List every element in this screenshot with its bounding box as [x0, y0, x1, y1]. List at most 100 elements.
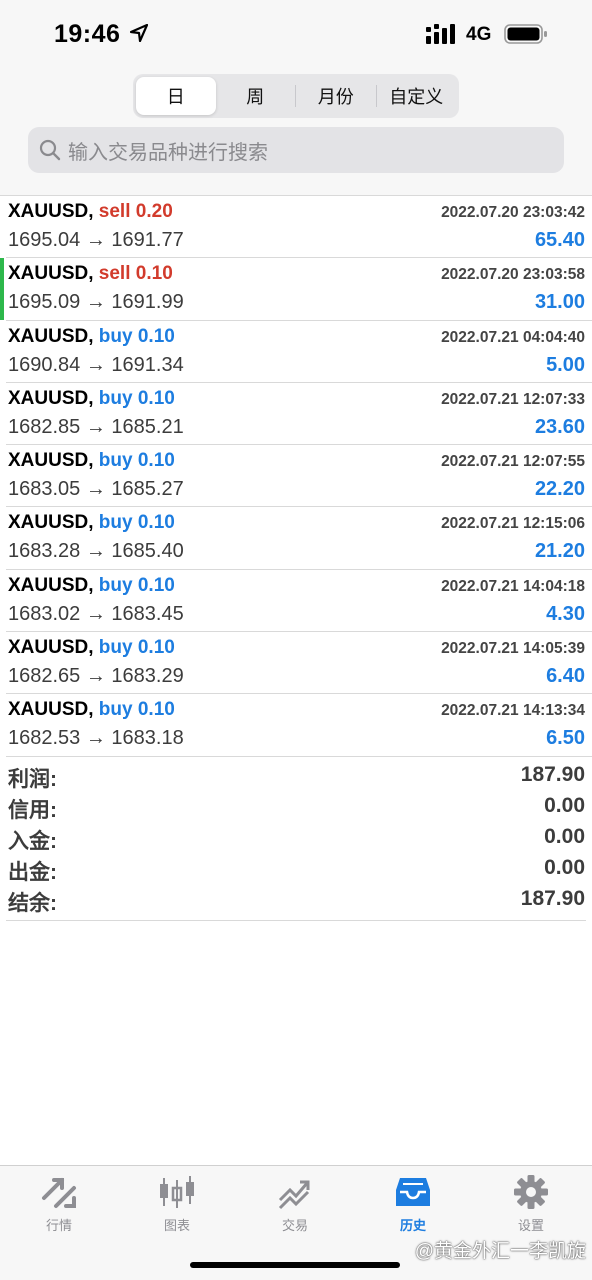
trade-datetime: 2022.07.21 12:15:06 — [441, 515, 585, 533]
arrow-right-icon: → — [85, 665, 106, 688]
close-price: 1683.18 — [111, 727, 184, 750]
trade-prices: 1682.85 → 1685.21 — [8, 416, 184, 439]
trade-volume: 0.10 — [137, 325, 175, 347]
trade-datetime: 2022.07.21 12:07:33 — [441, 390, 585, 408]
trade-symbol-line: XAUUSD, buy 0.10 — [8, 575, 175, 597]
trade-volume: 0.10 — [137, 512, 175, 534]
trade-row[interactable]: XAUUSD, buy 0.10 1682.65 → 1683.29 2022.07… — [6, 632, 592, 695]
summary-value: 187.90 — [520, 887, 585, 910]
close-price: 1683.45 — [111, 602, 184, 625]
chart-icon — [160, 1176, 194, 1208]
trade-datetime: 2022.07.21 14:05:39 — [441, 640, 585, 658]
header: 日 周 月份 自定义 输入交易品种进行搜索 — [0, 66, 592, 196]
trade-volume: 0.10 — [135, 263, 173, 285]
trade-side: buy — [98, 574, 133, 596]
trade-side: buy — [98, 637, 133, 659]
trade-volume: 0.10 — [137, 574, 175, 596]
trade-symbol-line: XAUUSD, sell 0.20 — [8, 201, 173, 223]
trade-side: buy — [98, 699, 133, 721]
trade-side: sell — [98, 263, 131, 285]
trade-symbol: XAUUSD, — [8, 699, 94, 721]
tab-label: 交易 — [281, 1218, 308, 1233]
status-bar: 19:46 4G — [0, 0, 592, 66]
segment-month[interactable]: 月份 — [296, 77, 376, 115]
arrow-right-icon: → — [85, 478, 106, 501]
search-icon — [39, 139, 61, 161]
trade-row[interactable]: XAUUSD, buy 0.10 1683.02 → 1683.45 2022.07… — [6, 570, 592, 633]
trade-profit: 4.30 — [546, 602, 585, 625]
arrow-right-icon: → — [85, 229, 106, 251]
search-placeholder: 输入交易品种进行搜索 — [68, 141, 268, 164]
status-time: 19:46 — [54, 20, 121, 48]
segment-week[interactable]: 周 — [216, 77, 296, 115]
trade-prices: 1683.05 → 1685.27 — [8, 478, 184, 501]
segment-day[interactable]: 日 — [136, 77, 216, 115]
trade-datetime: 2022.07.20 23:03:42 — [441, 204, 585, 221]
trade-side: buy — [98, 450, 133, 472]
trade-prices: 1695.04 → 1691.77 — [8, 229, 184, 252]
summary-value: 0.00 — [544, 794, 585, 817]
close-price: 1683.29 — [111, 665, 184, 688]
watermark-text: @黄金外汇一李凯旋 — [414, 1241, 586, 1262]
tab-quotes[interactable]: 行情 — [0, 1174, 118, 1234]
summary-row: 结余: 187.90 — [6, 884, 586, 915]
summary-label: 入金: — [8, 830, 57, 853]
trade-datetime: 2022.07.21 14:13:34 — [441, 702, 585, 720]
settings-icon — [514, 1175, 548, 1209]
tab-history[interactable]: 历史 — [354, 1174, 472, 1234]
open-price: 1690.84 — [8, 353, 81, 376]
tab-settings[interactable]: 设置 — [472, 1174, 590, 1234]
summary-label: 结余: — [8, 892, 57, 915]
trade-volume: 0.10 — [137, 387, 175, 409]
history-icon — [396, 1178, 430, 1206]
trade-volume: 0.10 — [137, 699, 175, 721]
open-price: 1683.02 — [8, 602, 81, 625]
close-price: 1685.40 — [111, 540, 184, 563]
trade-row[interactable]: XAUUSD, buy 0.10 1682.53 → 1683.18 2022.07… — [6, 694, 592, 757]
arrow-right-icon: → — [85, 540, 106, 563]
account-summary: 利润: 187.90 信用: 0.00 入金: 0.00 出金: 0.00 结余: 187.90 — [6, 760, 586, 921]
trade-profit: 6.40 — [546, 665, 585, 688]
trade-datetime: 2022.07.21 12:07:55 — [441, 453, 585, 471]
trade-datetime: 2022.07.21 14:04:18 — [441, 577, 585, 595]
open-price: 1682.85 — [8, 415, 81, 438]
trade-row[interactable]: XAUUSD, sell 0.20 1695.04 → 1691.77 2022.0… — [6, 196, 592, 259]
tab-label: 图表 — [163, 1218, 190, 1233]
arrow-right-icon: → — [85, 353, 106, 376]
summary-row: 利润: 187.90 — [6, 760, 586, 791]
arrow-right-icon: → — [85, 727, 106, 750]
summary-label: 出金: — [8, 861, 57, 884]
arrow-right-icon: → — [85, 602, 106, 625]
segment-custom[interactable]: 自定义 — [377, 77, 457, 115]
trade-row[interactable]: XAUUSD, buy 0.10 1682.85 → 1685.21 2022.07… — [6, 383, 592, 446]
battery-icon — [504, 24, 547, 44]
trade-symbol-line: XAUUSD, buy 0.10 — [8, 388, 175, 410]
open-price: 1695.09 — [8, 291, 81, 314]
trade-history-list: XAUUSD, sell 0.20 1695.04 → 1691.77 2022.0… — [0, 196, 592, 757]
trade-profit: 6.50 — [546, 727, 585, 750]
trade-row[interactable]: XAUUSD, buy 0.10 1690.84 → 1691.34 2022.07… — [6, 321, 592, 383]
trade-datetime: 2022.07.21 04:04:40 — [441, 328, 585, 346]
tab-chart[interactable]: 图表 — [118, 1174, 236, 1234]
trade-symbol: XAUUSD, — [8, 325, 94, 347]
trade-volume: 0.10 — [137, 450, 175, 472]
summary-value: 0.00 — [544, 825, 585, 848]
trade-volume: 0.10 — [137, 637, 175, 659]
trade-prices: 1695.09 → 1691.99 — [8, 291, 184, 314]
trade-prices: 1682.53 → 1683.18 — [8, 727, 184, 750]
trade-profit: 65.40 — [534, 229, 585, 251]
summary-row: 出金: 0.00 — [6, 853, 586, 884]
summary-row: 入金: 0.00 — [6, 822, 586, 853]
trade-symbol: XAUUSD, — [8, 263, 94, 285]
tab-trade[interactable]: 交易 — [236, 1174, 354, 1234]
trade-row[interactable]: XAUUSD, buy 0.10 1683.05 → 1685.27 2022.07… — [6, 445, 592, 508]
search-input[interactable]: 输入交易品种进行搜索 — [28, 127, 564, 173]
trade-symbol-line: XAUUSD, buy 0.10 — [8, 699, 175, 721]
open-price: 1683.05 — [8, 478, 81, 501]
trade-row[interactable]: XAUUSD, buy 0.10 1683.28 → 1685.40 2022.07… — [6, 507, 592, 570]
trade-profit: 31.00 — [534, 291, 585, 314]
signal-icon — [426, 24, 455, 44]
period-segmented-control: 日 周 月份 自定义 — [133, 74, 459, 118]
trade-row[interactable]: XAUUSD, sell 0.10 1695.09 → 1691.99 2022.0… — [0, 258, 592, 321]
selected-row-marker — [0, 258, 4, 320]
